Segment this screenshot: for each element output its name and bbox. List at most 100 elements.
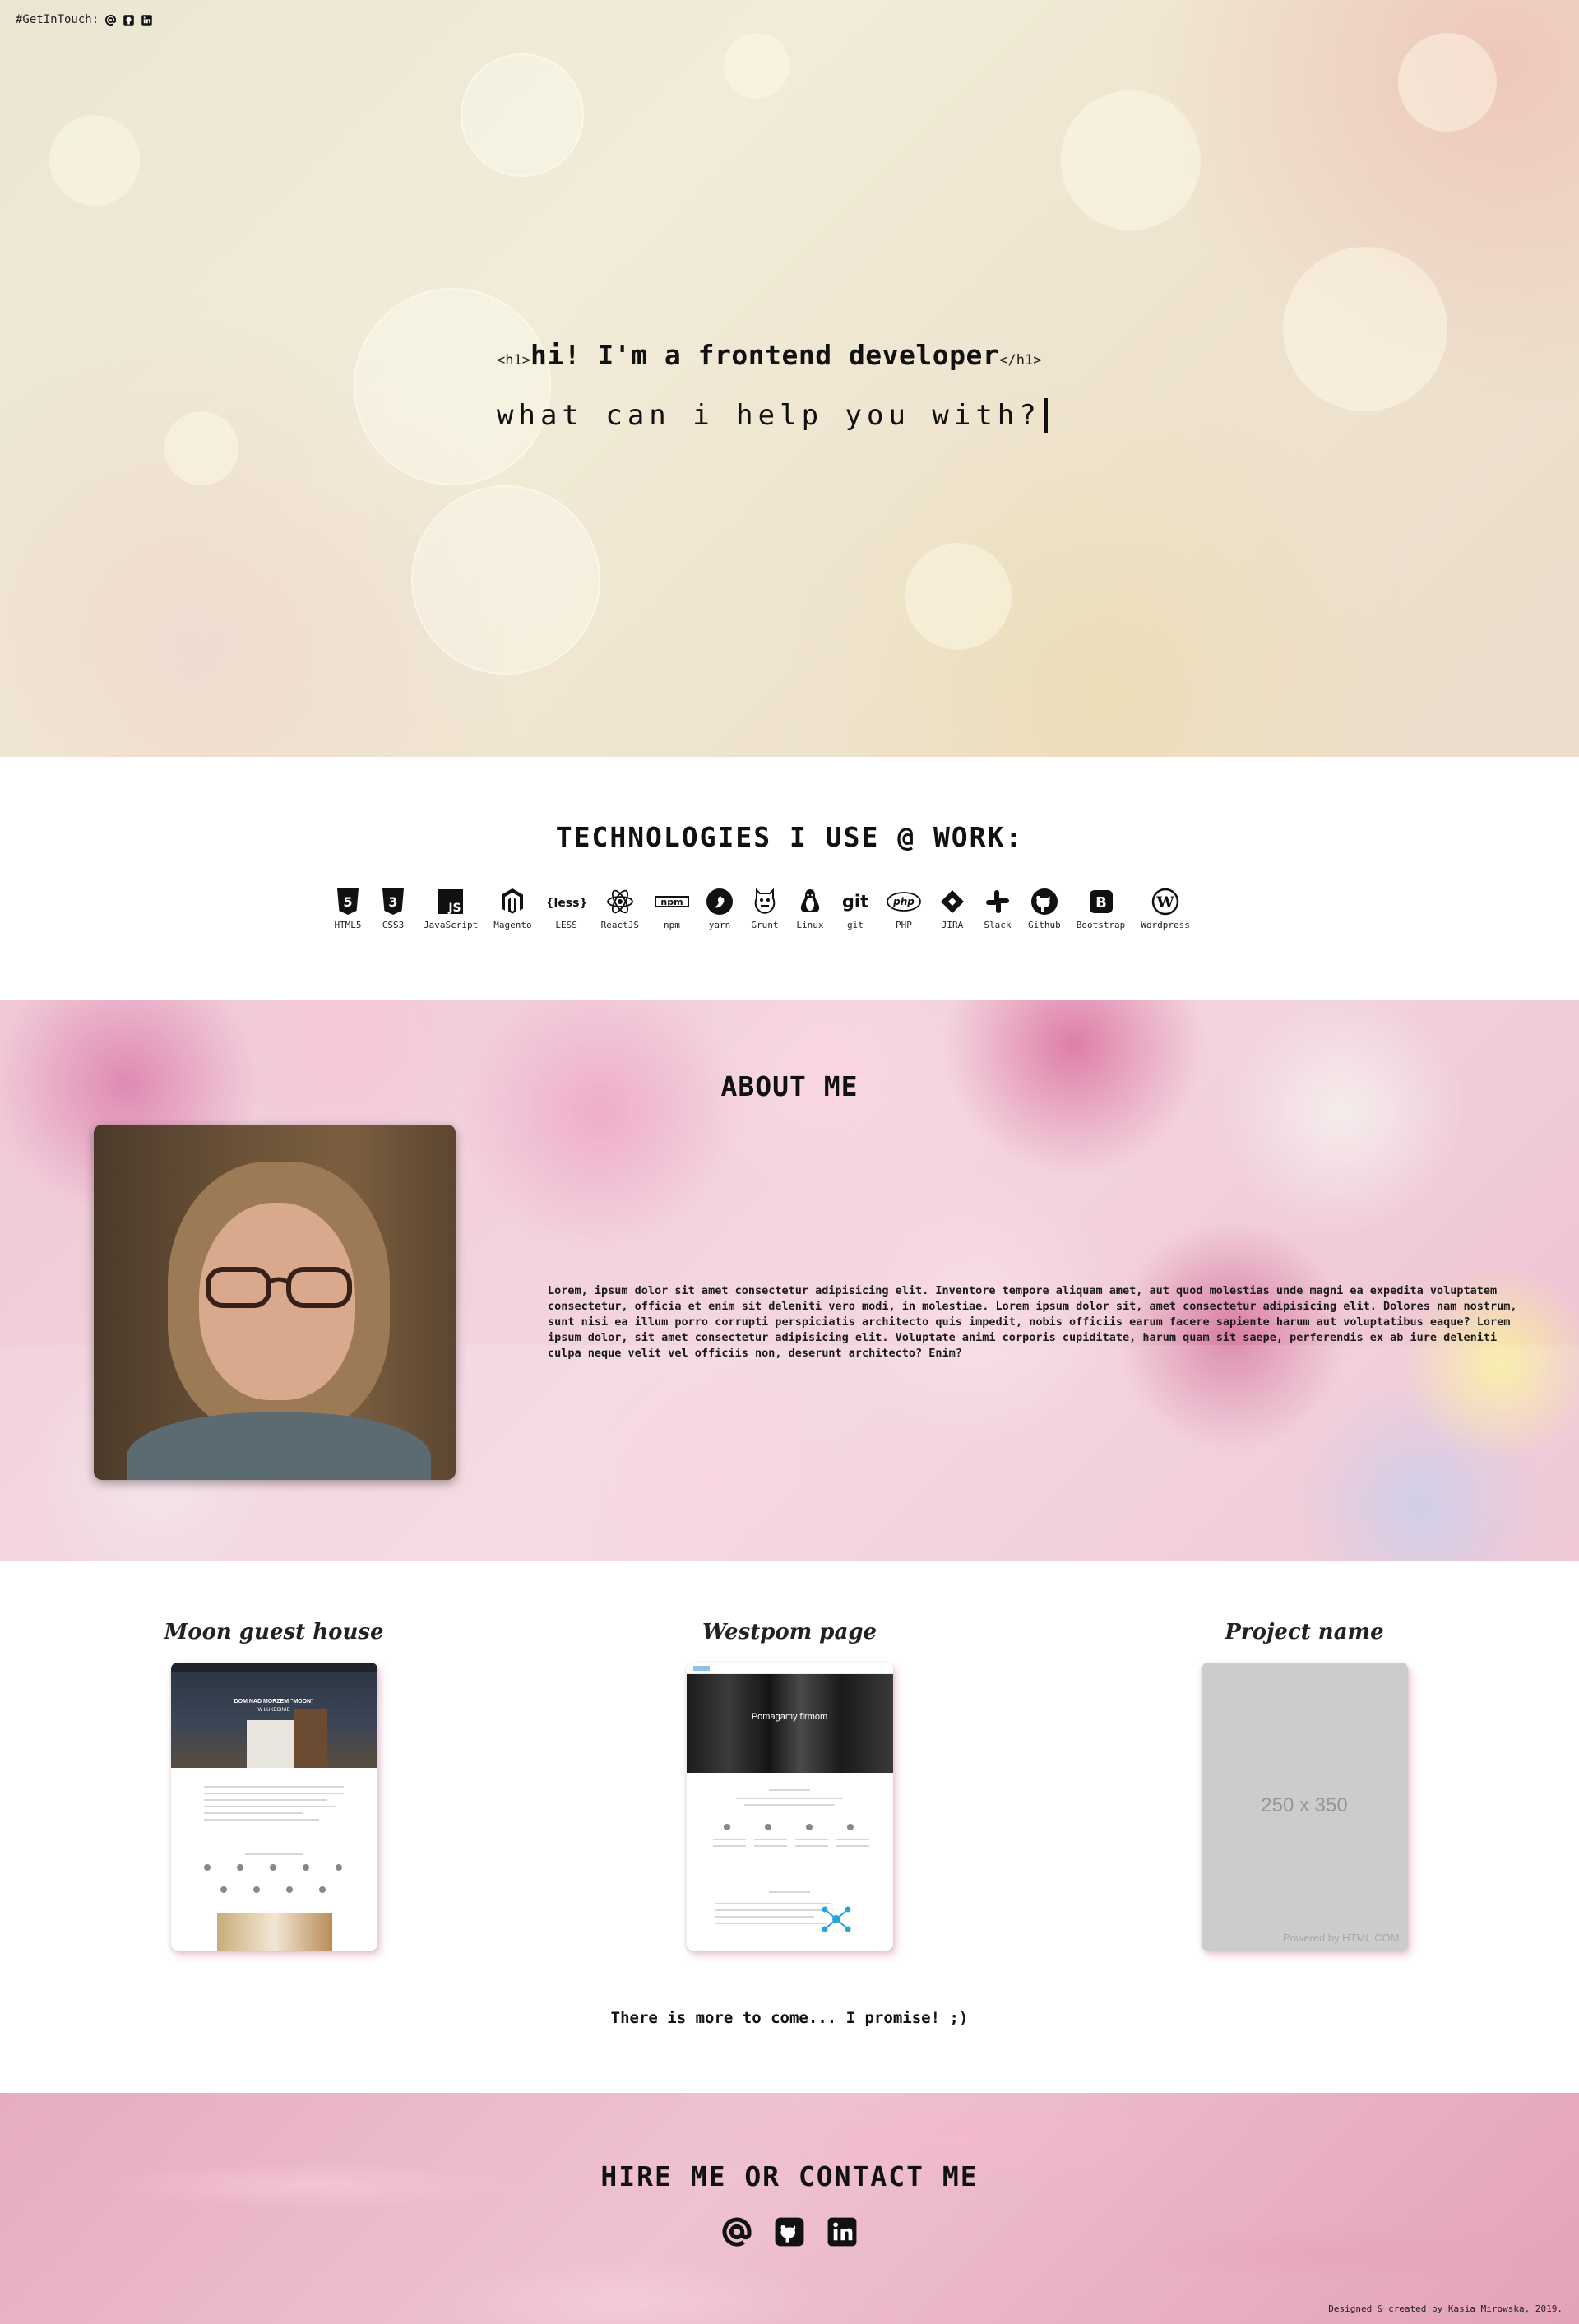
bokeh-decoration — [1398, 33, 1497, 132]
svg-text:3: 3 — [388, 894, 397, 910]
thumbnail-hero: DOM NAD MORZEM "MOON" W ŁUKĘCINIE — [170, 1663, 377, 1768]
photo-shirt — [127, 1412, 431, 1480]
tech-label: Slack — [984, 920, 1012, 930]
tech-item-yarn: yarn — [705, 887, 734, 930]
thumbnail-navbar — [170, 1663, 377, 1672]
linkedin-icon[interactable] — [825, 2215, 859, 2249]
mock-icon — [220, 1886, 227, 1893]
tech-item-less: {less} LESS — [548, 887, 586, 930]
mock-line — [743, 1804, 835, 1806]
hero-heading: hi! I'm a frontend developer — [530, 339, 1000, 371]
react-icon — [605, 887, 635, 916]
jira-icon — [938, 887, 967, 916]
tech-label: Linux — [796, 920, 824, 930]
slack-icon — [983, 887, 1012, 916]
linux-icon — [795, 887, 825, 916]
tech-label: JavaScript — [424, 920, 479, 930]
tech-label: git — [847, 920, 864, 930]
mock-line — [715, 1923, 827, 1924]
mock-icon — [805, 1824, 813, 1830]
grunt-icon — [750, 887, 780, 916]
tech-label: Wordpress — [1141, 920, 1190, 930]
project-title: Westpom page — [702, 1620, 877, 1644]
tech-item-php: php PHP — [886, 887, 922, 930]
mock-line — [203, 1806, 336, 1807]
svg-text:W: W — [1155, 893, 1174, 912]
tech-label: Grunt — [751, 920, 779, 930]
mock-icon — [335, 1864, 342, 1871]
mock-line — [753, 1839, 787, 1840]
profile-photo — [94, 1125, 456, 1480]
github-icon — [1030, 887, 1059, 916]
bokeh-decoration — [461, 53, 584, 177]
bokeh-decoration — [164, 411, 238, 485]
mock-line — [203, 1799, 327, 1801]
tech-item-grunt: Grunt — [750, 887, 780, 930]
git-icon: git — [840, 887, 870, 916]
project-card: Westpom page Pomagamy firmom — [666, 1620, 913, 1951]
mock-line — [753, 1845, 787, 1847]
mock-line — [735, 1798, 843, 1799]
javascript-icon: JS — [436, 887, 465, 916]
mock-icon — [236, 1864, 243, 1871]
text-cursor — [1044, 398, 1048, 433]
contact-links — [0, 2215, 1579, 2249]
tech-label: yarn — [708, 920, 731, 930]
github-icon[interactable] — [122, 13, 135, 26]
mock-icon — [723, 1824, 730, 1830]
tech-item-bootstrap: B Bootstrap — [1077, 887, 1125, 930]
bokeh-decoration — [411, 485, 600, 675]
project-thumbnail-westpom[interactable]: Pomagamy firmom — [686, 1663, 893, 1951]
tech-item-css3: 3 CSS3 — [378, 887, 408, 930]
svg-text:git: git — [842, 892, 868, 912]
html5-icon: 5 — [333, 887, 363, 916]
php-icon: php — [886, 887, 922, 916]
tech-label: JIRA — [941, 920, 964, 930]
yarn-icon — [705, 887, 734, 916]
svg-text:JS: JS — [447, 902, 461, 915]
svg-text:5: 5 — [343, 894, 352, 910]
tech-label: PHP — [896, 920, 912, 930]
photo-glasses — [206, 1267, 352, 1308]
bokeh-decoration — [724, 33, 790, 99]
thumbnail-navbar — [686, 1663, 893, 1674]
mock-line — [715, 1909, 822, 1911]
project-card: Moon guest house DOM NAD MORZEM "MOON" W… — [150, 1620, 397, 1951]
project-thumbnail-moon[interactable]: DOM NAD MORZEM "MOON" W ŁUKĘCINIE — [170, 1663, 377, 1951]
mock-line — [715, 1903, 831, 1904]
mock-icon — [252, 1886, 260, 1893]
about-title: ABOUT ME — [720, 1070, 859, 1102]
project-thumbnail-placeholder[interactable]: 250 x 350 Powered by HTML.COM — [1201, 1663, 1408, 1951]
tech-item-github: Github — [1028, 887, 1061, 930]
github-icon[interactable] — [772, 2215, 807, 2249]
mock-line — [768, 1789, 810, 1791]
project-title: Project name — [1225, 1620, 1384, 1644]
bokeh-decoration — [1061, 90, 1201, 230]
mock-icon — [318, 1886, 326, 1893]
tech-item-jira: JIRA — [938, 887, 967, 930]
hero-subtitle: what can i help you with? — [497, 398, 1048, 433]
mock-line — [794, 1839, 828, 1840]
mock-icon — [269, 1864, 276, 1871]
network-icon — [822, 1906, 850, 1932]
svg-text:npm: npm — [660, 897, 683, 907]
mock-icon — [302, 1864, 309, 1871]
placeholder-size: 250 x 350 — [1261, 1794, 1348, 1816]
css3-icon: 3 — [378, 887, 408, 916]
magento-icon — [498, 887, 527, 916]
mock-line — [836, 1845, 869, 1847]
tech-label: Magento — [493, 920, 532, 930]
thumbnail-hero-text: Pomagamy firmom — [751, 1712, 828, 1722]
at-icon[interactable] — [720, 2215, 754, 2249]
tech-item-git: git git — [840, 887, 870, 930]
svg-text:php: php — [892, 896, 915, 907]
more-to-come-text: There is more to come... I promise! ;) — [610, 2009, 969, 2027]
mock-line — [203, 1786, 344, 1788]
at-icon[interactable] — [104, 13, 117, 26]
thumbnail-hero-text: DOM NAD MORZEM "MOON" — [234, 1699, 314, 1705]
bokeh-decoration — [1283, 247, 1447, 411]
project-title: Moon guest house — [164, 1620, 384, 1644]
h1-close-tag: </h1> — [999, 352, 1042, 369]
linkedin-icon[interactable] — [140, 13, 153, 26]
hero-title: <h1> hi! I'm a frontend developer </h1> — [497, 339, 1041, 371]
